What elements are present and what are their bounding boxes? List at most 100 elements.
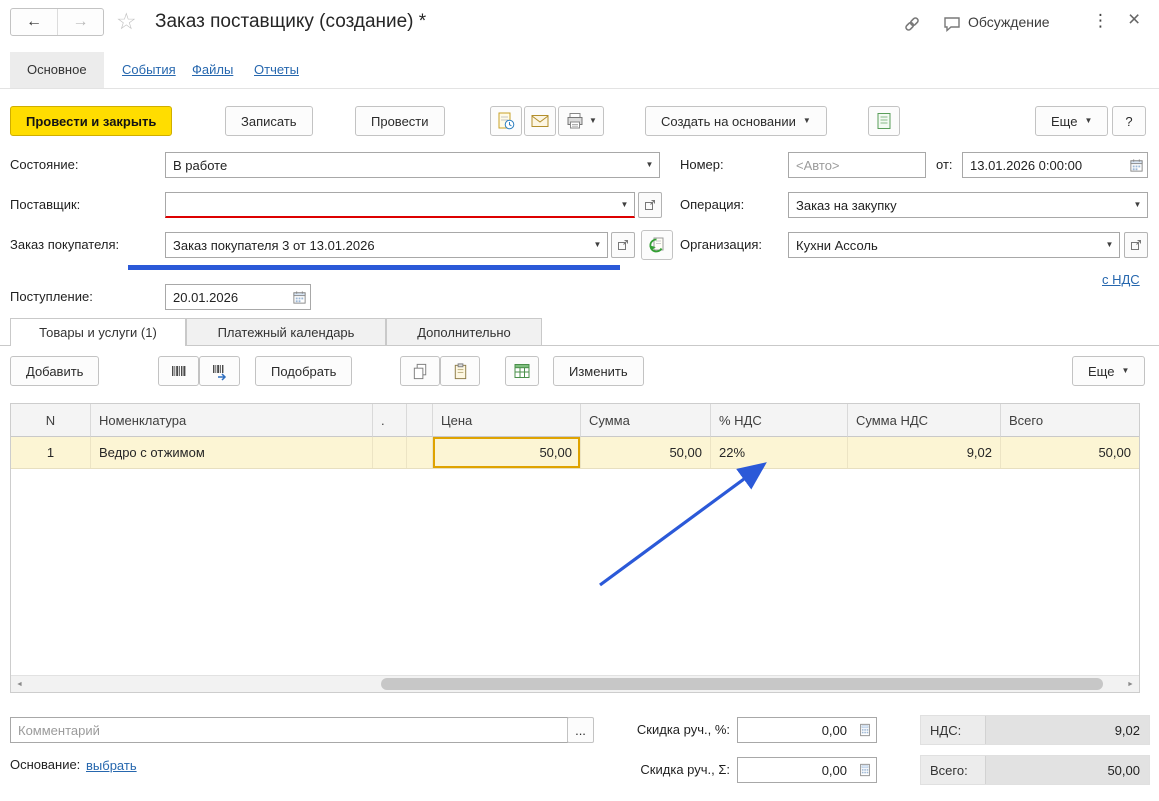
back-button[interactable]: ← <box>11 9 57 35</box>
save-button[interactable]: Записать <box>225 106 313 136</box>
column-header-sum[interactable]: Сумма <box>581 404 711 437</box>
tab-reports[interactable]: Отчеты <box>254 62 299 77</box>
column-header-spacer[interactable] <box>407 404 433 437</box>
organization-combobox[interactable]: Кухни Ассоль ▼ <box>788 232 1120 258</box>
printer-icon <box>567 113 583 129</box>
column-header-clipped[interactable]: . <box>373 404 407 437</box>
column-header-total[interactable]: Всего <box>1001 404 1139 437</box>
cell-n[interactable]: 1 <box>11 437 91 468</box>
customer-order-combobox[interactable]: Заказ покупателя 3 от 13.01.2026 ▼ <box>165 232 608 258</box>
number-input[interactable] <box>788 152 926 178</box>
customer-order-dropdown-button[interactable]: ▼ <box>588 233 607 257</box>
column-header-n[interactable]: N <box>11 404 91 437</box>
supplier-combobox[interactable]: ▼ <box>165 192 635 218</box>
manual-discount-sum-input[interactable]: 0,00 <box>737 757 877 783</box>
receipt-date-input[interactable]: 20.01.2026 <box>165 284 311 310</box>
back-icon: ← <box>26 13 42 30</box>
spreadsheet-view-button[interactable] <box>505 356 539 386</box>
menu-dots-icon[interactable]: ⋮ <box>1092 11 1109 31</box>
calculator-button[interactable] <box>854 718 876 742</box>
customer-order-value: Заказ покупателя 3 от 13.01.2026 <box>173 237 375 253</box>
discussion-button[interactable] <box>940 12 964 36</box>
paste-clipboard-icon <box>454 362 466 379</box>
supplier-dropdown-button[interactable]: ▼ <box>615 193 634 216</box>
operation-dropdown-button[interactable]: ▼ <box>1128 193 1147 217</box>
help-button[interactable]: ? <box>1112 106 1146 136</box>
organization-open-button[interactable] <box>1124 232 1148 258</box>
scroll-left-button[interactable]: ◄ <box>11 676 28 692</box>
tab-payment-calendar[interactable]: Платежный календарь <box>186 318 386 346</box>
discussion-label[interactable]: Обсуждение <box>968 14 1050 30</box>
add-row-button[interactable]: Добавить <box>10 356 100 386</box>
scroll-right-button[interactable]: ► <box>1122 676 1139 692</box>
fill-from-order-button[interactable] <box>641 230 673 260</box>
cell-price-selected[interactable]: 50,00 <box>433 437 581 468</box>
tab-files[interactable]: Файлы <box>192 62 233 77</box>
tab-events[interactable]: События <box>122 62 176 77</box>
purchase-order-window: ← → ☆ Заказ поставщику (создание) * Обсу… <box>0 0 1159 801</box>
basis-select-link[interactable]: выбрать <box>86 758 137 773</box>
state-combobox[interactable]: В работе ▼ <box>165 152 660 178</box>
chevron-down-icon: ▼ <box>589 116 597 125</box>
customer-order-open-button[interactable] <box>611 232 635 258</box>
date-input[interactable]: 13.01.2026 0:00:00 <box>962 152 1148 178</box>
supplier-open-button[interactable] <box>638 192 662 218</box>
table-more-button[interactable]: Еще ▼ <box>1072 356 1146 386</box>
vat-total-label: НДС: <box>930 722 962 738</box>
manual-discount-percent-label: Скидка руч., %: <box>636 722 730 737</box>
calculator-button[interactable] <box>854 758 876 782</box>
calendar-button[interactable] <box>1125 153 1147 177</box>
edit-row-button[interactable]: Изменить <box>553 356 644 386</box>
cell-nomenclature[interactable]: Ведро с отжимом <box>91 437 373 468</box>
vat-total-value: 9,02 <box>985 716 1149 744</box>
cell-spacer[interactable] <box>407 437 433 468</box>
state-dropdown-button[interactable]: ▼ <box>640 153 659 177</box>
favorite-star-icon[interactable]: ☆ <box>116 8 137 34</box>
create-based-on-button[interactable]: Создать на основании ▼ <box>645 106 827 136</box>
cell-vat-sum[interactable]: 9,02 <box>848 437 1001 468</box>
comment-expand-button[interactable]: ... <box>567 717 594 743</box>
column-header-vat-sum[interactable]: Сумма НДС <box>848 404 1001 437</box>
tab-additional[interactable]: Дополнительно <box>386 318 542 346</box>
vat-mode-link[interactable]: с НДС <box>1102 272 1140 287</box>
organization-value: Кухни Ассоль <box>796 237 878 253</box>
barcode-scan-button[interactable] <box>158 356 199 386</box>
comment-input[interactable] <box>10 717 568 743</box>
table-row[interactable]: 1 Ведро с отжимом 50,00 50,00 22% 9,02 5… <box>11 437 1139 469</box>
calendar-button[interactable] <box>288 285 310 309</box>
paste-row-button[interactable] <box>440 356 480 386</box>
pick-items-button[interactable]: Подобрать <box>255 356 353 386</box>
forward-button[interactable]: → <box>57 9 103 35</box>
post-button[interactable]: Провести <box>355 106 445 136</box>
copy-row-button[interactable] <box>400 356 440 386</box>
close-icon[interactable]: × <box>1128 8 1140 32</box>
customer-order-label: Заказ покупателя: <box>10 237 120 252</box>
cell-vat-percent[interactable]: 22% <box>711 437 848 468</box>
column-header-nomenclature[interactable]: Номенклатура <box>91 404 373 437</box>
chevron-down-icon: ▼ <box>802 116 811 125</box>
print-button[interactable]: ▼ <box>558 106 604 136</box>
tab-goods-services[interactable]: Товары и услуги (1) <box>10 318 186 346</box>
horizontal-scrollbar[interactable]: ◄ ► <box>11 675 1139 692</box>
scrollbar-thumb[interactable] <box>381 678 1103 690</box>
tab-main[interactable]: Основное <box>10 52 104 88</box>
cell-total[interactable]: 50,00 <box>1001 437 1139 468</box>
more-button[interactable]: Еще ▼ <box>1035 106 1109 136</box>
barcode-input-button[interactable] <box>199 356 240 386</box>
operation-combobox[interactable]: Заказ на закупку ▼ <box>788 192 1148 218</box>
column-header-vat-percent[interactable]: % НДС <box>711 404 848 437</box>
set-post-time-button[interactable] <box>490 106 522 136</box>
cell-clipped[interactable] <box>373 437 407 468</box>
post-and-close-button[interactable]: Провести и закрыть <box>10 106 173 136</box>
send-email-button[interactable] <box>524 106 556 136</box>
table-header-row: N Номенклатура . Цена Сумма % НДС Сумма … <box>11 404 1139 437</box>
manual-discount-sum-label: Скидка руч., Σ: <box>640 762 730 777</box>
copy-link-button[interactable] <box>900 12 924 36</box>
manual-discount-percent-input[interactable]: 0,00 <box>737 717 877 743</box>
column-header-price[interactable]: Цена <box>433 404 581 437</box>
document-clock-icon <box>498 112 515 130</box>
reports-button[interactable] <box>868 106 900 136</box>
cell-sum[interactable]: 50,00 <box>581 437 711 468</box>
organization-dropdown-button[interactable]: ▼ <box>1100 233 1119 257</box>
organization-label: Организация: <box>680 237 763 252</box>
